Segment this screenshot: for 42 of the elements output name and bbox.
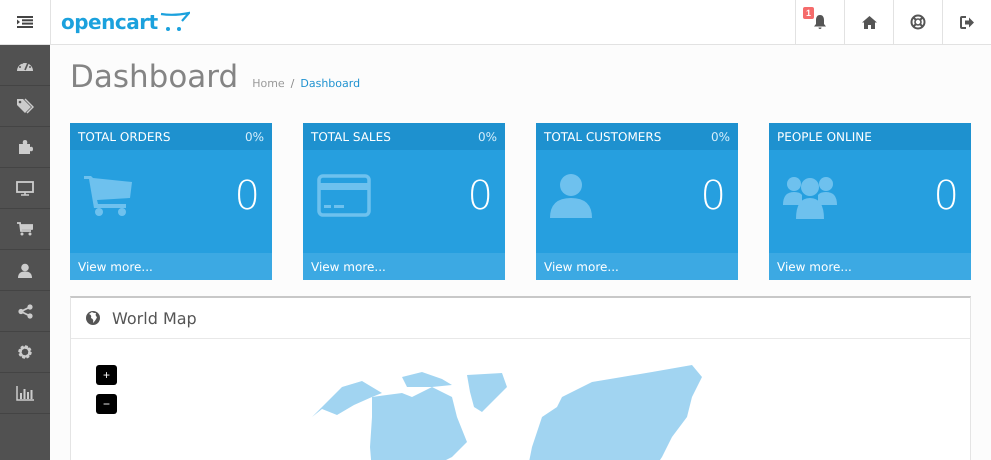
credit-card-icon <box>317 174 371 217</box>
shopping-cart-icon <box>84 174 132 217</box>
bell-icon <box>812 14 828 30</box>
view-more-link[interactable]: View more... <box>769 253 971 280</box>
tile-title: TOTAL SALES <box>311 130 391 144</box>
tile-percent: 0% <box>244 130 264 144</box>
zoom-out-button[interactable]: − <box>96 394 117 414</box>
cart-logo-icon <box>160 11 190 33</box>
view-more-link[interactable]: View more... <box>536 253 738 280</box>
tile-value: 0 <box>934 172 959 218</box>
logo-text[interactable]: opencart <box>61 10 158 34</box>
tile-title: TOTAL CUSTOMERS <box>544 130 662 144</box>
tile-percent: 0% <box>478 130 497 144</box>
person-icon <box>550 174 592 218</box>
tile-title: PEOPLE ONLINE <box>777 130 872 144</box>
page-title: Dashboard <box>70 59 238 95</box>
person-icon <box>18 262 32 278</box>
tile-value: 0 <box>234 172 260 218</box>
puzzle-icon <box>17 139 33 155</box>
breadcrumb-separator: / <box>290 77 294 90</box>
globe-icon <box>86 311 100 325</box>
tile-title: TOTAL ORDERS <box>78 130 170 144</box>
notification-count: 1 <box>803 7 814 19</box>
breadcrumb-link[interactable]: Dashboard <box>300 77 360 90</box>
tile-percent: 0% <box>710 130 730 144</box>
monitor-icon <box>16 180 34 196</box>
bar-chart-icon <box>16 386 34 400</box>
share-icon <box>18 304 32 318</box>
logout-icon <box>960 16 974 28</box>
panel-title: World Map <box>112 308 197 328</box>
view-more-link[interactable]: View more... <box>303 253 505 280</box>
gear-icon <box>17 344 33 360</box>
lifebuoy-icon <box>910 14 926 30</box>
tile-value: 0 <box>700 172 726 218</box>
breadcrumb-link[interactable]: Home <box>252 77 285 90</box>
home-icon <box>862 16 876 28</box>
zoom-in-button[interactable]: + <box>96 365 117 385</box>
cart-icon <box>17 222 33 236</box>
tile-value: 0 <box>468 172 493 218</box>
menu-icon <box>17 16 33 28</box>
tag-icon <box>16 98 34 114</box>
view-more-link[interactable]: View more... <box>70 253 272 280</box>
